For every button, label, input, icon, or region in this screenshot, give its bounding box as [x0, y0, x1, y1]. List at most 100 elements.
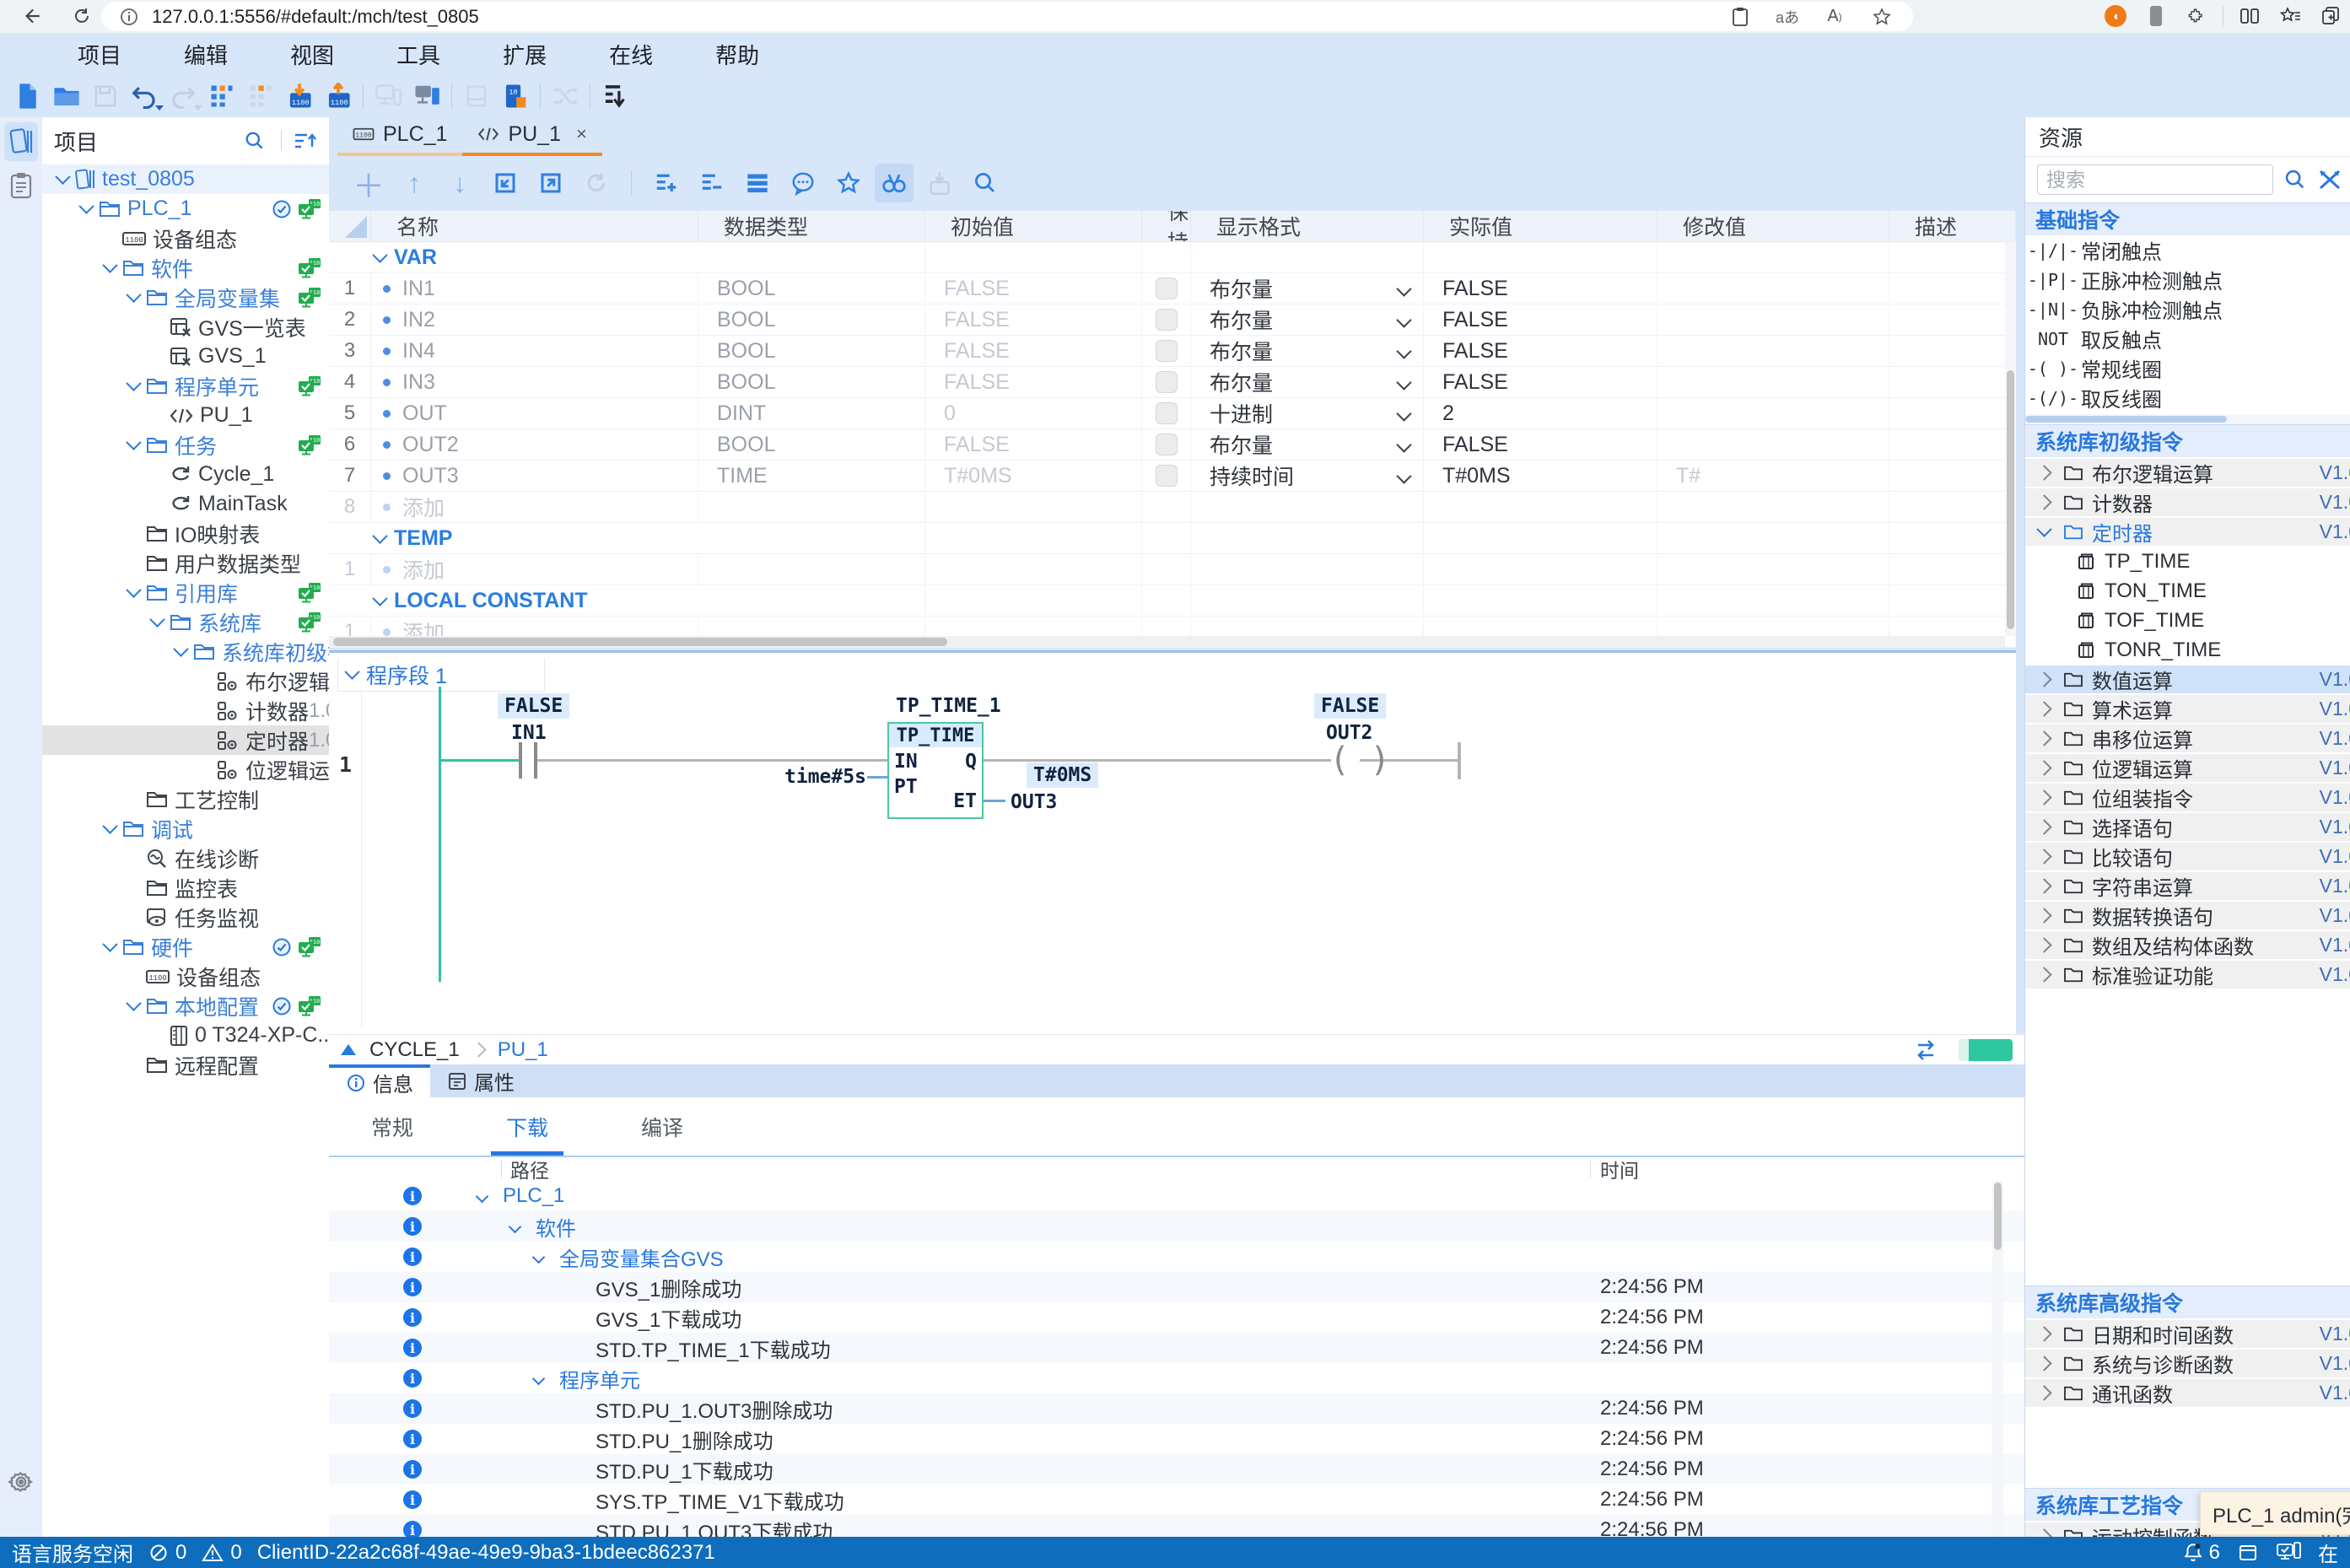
read-aloud-icon[interactable]: A): [1820, 3, 1849, 31]
watch-binoculars-icon[interactable]: [875, 164, 914, 202]
tree-item[interactable]: 1100设备组态: [42, 224, 329, 253]
menu-item-0[interactable]: 项目: [78, 39, 121, 70]
clipboard-nav-icon[interactable]: [4, 166, 38, 205]
format-dropdown-icon[interactable]: [1396, 343, 1411, 358]
resource-library-item[interactable]: 计数器V1.0: [2025, 488, 2350, 516]
format-dropdown-icon[interactable]: [1396, 312, 1411, 327]
error-counter[interactable]: 0: [148, 1541, 186, 1565]
table-vertical-scrollbar[interactable]: [2005, 241, 2016, 636]
var-group-row[interactable]: LOCAL CONSTANT: [329, 585, 2016, 617]
add-variable-row[interactable]: 1添加: [329, 554, 2016, 585]
refresh-icon[interactable]: [577, 164, 616, 202]
comment-icon[interactable]: [784, 164, 822, 202]
variable-row[interactable]: 3 IN4 BOOL FALSE 布尔量 FALSE: [329, 336, 2016, 367]
tree-item[interactable]: IO映射表: [42, 519, 329, 548]
tree-item[interactable]: 软件 110: [42, 253, 329, 283]
move-up-icon[interactable]: ↑: [395, 164, 434, 202]
add-variable-row[interactable]: 8添加: [329, 492, 2016, 523]
delete-row-icon[interactable]: [693, 164, 731, 202]
resource-library-item[interactable]: 位逻辑运算V1.0: [2025, 754, 2350, 782]
advanced-filter-icon[interactable]: [2317, 168, 2342, 191]
table-horizontal-scrollbar[interactable]: [329, 636, 2005, 648]
col-header[interactable]: 名称: [371, 211, 698, 241]
split-screen-icon[interactable]: [2235, 2, 2264, 30]
extension-gray-icon[interactable]: [2142, 2, 2170, 30]
variable-row[interactable]: 1 IN1 BOOL FALSE 布尔量 FALSE: [329, 273, 2016, 304]
block-instance-name[interactable]: TP_TIME_1: [896, 695, 1001, 717]
resource-library-item[interactable]: 日期和时间函数V1.0: [2025, 1320, 2350, 1348]
new-project-icon[interactable]: [8, 78, 47, 114]
tree-item[interactable]: 调试: [42, 814, 329, 843]
menu-icon[interactable]: [738, 164, 777, 202]
menu-item-4[interactable]: 扩展: [503, 39, 547, 70]
resource-search-input[interactable]: [2037, 164, 2273, 195]
retain-checkbox[interactable]: [1156, 402, 1178, 424]
log-row[interactable]: iSTD.PU_1.OUT3删除成功2:24:56 PM: [329, 1393, 2024, 1424]
format-dropdown-icon[interactable]: [1396, 281, 1411, 296]
info-subtab-2[interactable]: 编译: [633, 1100, 692, 1154]
tree-item[interactable]: 工艺控制: [42, 784, 329, 814]
var-group-row[interactable]: TEMP: [329, 523, 2016, 554]
breadcrumb-task[interactable]: CYCLE_1: [369, 1038, 460, 1062]
resource-section-header[interactable]: 基础指令: [2025, 202, 2350, 235]
resource-block-item[interactable]: TONR_TIME: [2025, 636, 2350, 664]
variable-row[interactable]: 7 OUT3 TIME T#0MS 持续时间 T#0MS T#: [329, 461, 2016, 492]
compile-icon[interactable]: [202, 78, 241, 114]
log-vertical-scrollbar[interactable]: [1992, 1181, 2003, 1537]
network-section-label[interactable]: 程序段 1: [366, 660, 447, 690]
resource-block-item[interactable]: TOF_TIME: [2025, 606, 2350, 634]
resource-library-item[interactable]: 字符串运算V1.0: [2025, 872, 2350, 900]
menu-item-6[interactable]: 帮助: [715, 39, 759, 70]
notification-bell-icon[interactable]: 6: [2182, 1541, 2220, 1565]
tree-item[interactable]: 任务110: [42, 430, 329, 460]
tree-item[interactable]: test_0805: [42, 164, 329, 194]
resource-library-item[interactable]: 数值运算V1.0: [2025, 665, 2350, 693]
log-row[interactable]: iGVS_1删除成功2:24:56 PM: [329, 1272, 2024, 1302]
resource-horizontal-scrollbar[interactable]: [2025, 414, 2350, 424]
move-down-icon[interactable]: ↓: [440, 164, 479, 202]
variable-row[interactable]: 2 IN2 BOOL FALSE 布尔量 FALSE: [329, 304, 2016, 336]
settings-gear-icon[interactable]: [4, 1463, 38, 1501]
warning-counter[interactable]: 0: [202, 1541, 241, 1565]
resource-block-item[interactable]: TP_TIME: [2025, 547, 2350, 575]
sync-arrows-icon[interactable]: [1913, 1037, 1938, 1063]
download-icon[interactable]: [920, 164, 959, 202]
collections-icon[interactable]: [2276, 2, 2304, 30]
library-icon[interactable]: [457, 78, 496, 114]
add-element-icon[interactable]: ＋: [349, 164, 388, 202]
format-dropdown-icon[interactable]: [1396, 406, 1411, 421]
tree-item[interactable]: 计数器1.0: [42, 696, 329, 725]
format-dropdown-icon[interactable]: [1396, 437, 1411, 452]
upload-from-plc-icon[interactable]: 1100: [319, 78, 358, 114]
retain-checkbox[interactable]: [1156, 340, 1178, 362]
close-tab-icon[interactable]: ×: [576, 123, 587, 145]
editor-tab-pu_1[interactable]: PU_1×: [462, 117, 601, 156]
sort-icon[interactable]: [294, 130, 317, 152]
tree-item[interactable]: 程序单元110: [42, 371, 329, 401]
tree-item[interactable]: 系统库初级指令110: [42, 637, 329, 666]
format-dropdown-icon[interactable]: [1396, 374, 1411, 390]
col-header[interactable]: 实际值: [1424, 211, 1657, 241]
tree-item[interactable]: GVS一览表: [42, 312, 329, 342]
resource-library-item[interactable]: 通讯函数V1.0: [2025, 1379, 2350, 1407]
menu-item-1[interactable]: 编辑: [184, 39, 228, 70]
tree-item[interactable]: 全局变量集110: [42, 283, 329, 312]
resource-library-item[interactable]: 算术运算V1.0: [2025, 695, 2350, 723]
search-icon[interactable]: [966, 164, 1005, 202]
tree-item[interactable]: 位逻辑运算1.0: [42, 755, 329, 784]
retain-checkbox[interactable]: [1156, 277, 1178, 299]
tree-item[interactable]: 硬件110: [42, 932, 329, 962]
col-header[interactable]: 显示格式: [1191, 211, 1424, 241]
tp-time-block[interactable]: TP_TIME IN Q PT ET: [887, 722, 984, 819]
pt-operand[interactable]: time#5s: [784, 766, 866, 788]
info-tab-1[interactable]: 属性: [430, 1064, 531, 1097]
tree-item[interactable]: 在线诊断: [42, 843, 329, 873]
info-subtab-1[interactable]: 下载: [498, 1100, 557, 1154]
retain-checkbox[interactable]: [1156, 371, 1178, 393]
base-instruction-item[interactable]: -|P|-正脉冲检测触点: [2025, 265, 2350, 294]
sort-download-icon[interactable]: [596, 78, 634, 114]
retain-checkbox[interactable]: [1156, 434, 1178, 455]
log-row[interactable]: iSTD.PU_1删除成功2:24:56 PM: [329, 1424, 2024, 1454]
menu-item-2[interactable]: 视图: [290, 39, 334, 70]
resource-library-item[interactable]: 位组装指令V1.0: [2025, 784, 2350, 811]
